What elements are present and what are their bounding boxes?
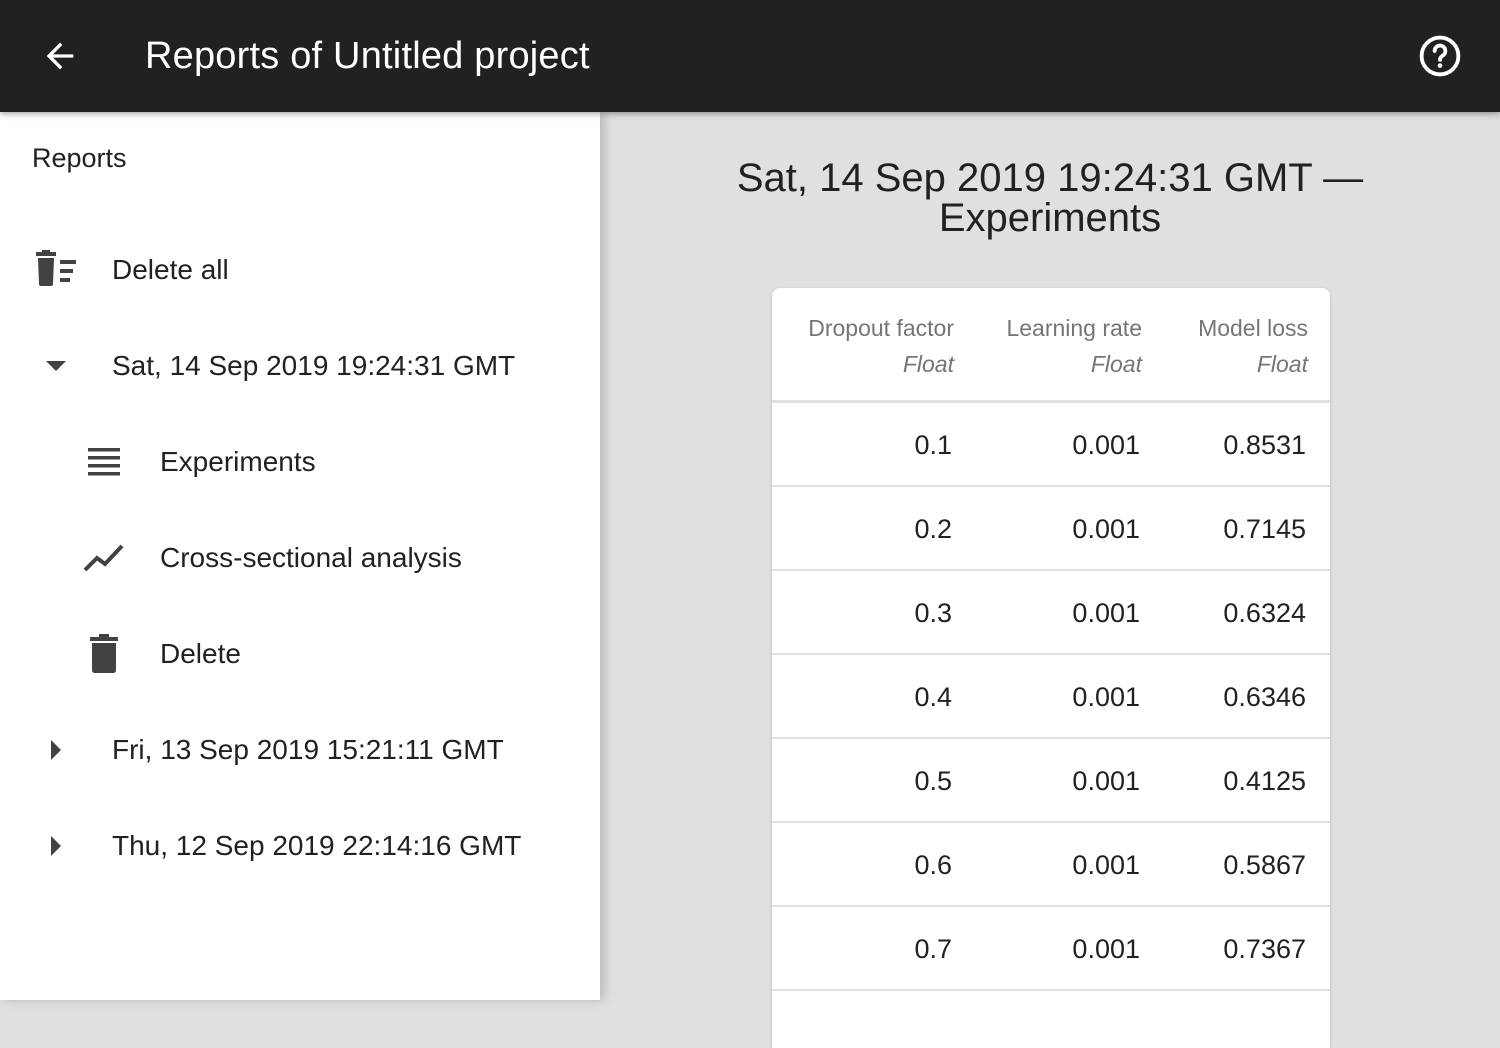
cell-dropout-factor: 0.5 — [914, 766, 952, 796]
cell-dropout-factor: 0.2 — [914, 514, 952, 544]
cell-dropout-factor: 0.6 — [914, 850, 952, 880]
table-row[interactable]: 0.3 0.001 0.6324 — [772, 571, 1330, 655]
caret-right-icon — [32, 726, 80, 774]
cell-learning-rate: 0.001 — [1072, 850, 1140, 880]
main-content: Sat, 14 Sep 2019 19:24:31 GMT — Experime… — [600, 112, 1500, 1048]
cell-dropout-factor: 0.1 — [914, 430, 952, 460]
cell-learning-rate: 0.001 — [1072, 514, 1140, 544]
column-header-learning-rate[interactable]: Learning rate Float — [1006, 310, 1142, 382]
cell-dropout-factor: 0.7 — [914, 934, 952, 964]
app-title: Reports of Untitled project — [145, 35, 590, 77]
report-item-delete[interactable]: Delete — [0, 606, 600, 702]
report-title-line-1: Sat, 14 Sep 2019 19:24:31 GMT — — [736, 156, 1364, 200]
help-circle-icon — [1419, 35, 1461, 77]
cell-learning-rate: 0.001 — [1072, 598, 1140, 628]
drawer-subheader: Reports — [32, 143, 127, 173]
experiments-label: Experiments — [160, 446, 316, 477]
report-item-label: Thu, 12 Sep 2019 22:14:16 GMT — [112, 830, 522, 861]
line-chart-icon — [80, 534, 128, 582]
cell-model-loss: 0.4125 — [1223, 766, 1306, 796]
column-name: Model loss — [1198, 315, 1308, 341]
report-item-sep-13[interactable]: Fri, 13 Sep 2019 15:21:11 GMT — [0, 702, 600, 798]
table-row[interactable]: 0.1 0.001 0.8531 — [772, 403, 1330, 487]
table-row[interactable]: 0.4 0.001 0.6346 — [772, 655, 1330, 739]
cell-dropout-factor: 0.3 — [914, 598, 952, 628]
arrow-back-icon — [46, 42, 74, 70]
report-item-label: Sat, 14 Sep 2019 19:24:31 GMT — [112, 350, 516, 381]
table-row[interactable]: 0.6 0.001 0.5867 — [772, 823, 1330, 907]
app-bar: Reports of Untitled project — [0, 0, 1500, 112]
table-row[interactable]: 0.2 0.001 0.7145 — [772, 487, 1330, 571]
caret-down-icon — [32, 342, 80, 390]
experiments-table: Dropout factor Float Learning rate Float… — [772, 288, 1330, 1048]
delete-all-button[interactable]: Delete all — [0, 222, 600, 318]
delete-label: Delete — [160, 638, 241, 669]
back-button[interactable] — [36, 32, 84, 80]
table-row[interactable]: 0.5 0.001 0.4125 — [772, 739, 1330, 823]
column-name: Learning rate — [1006, 315, 1142, 341]
cell-learning-rate: 0.001 — [1072, 934, 1140, 964]
cell-learning-rate: 0.001 — [1072, 766, 1140, 796]
help-button[interactable] — [1416, 32, 1464, 80]
table-row[interactable]: 0.7 0.001 0.7367 — [772, 907, 1330, 991]
delete-sweep-icon — [32, 246, 80, 294]
report-title: Sat, 14 Sep 2019 19:24:31 GMT — Experime… — [700, 158, 1400, 238]
column-type: Float — [1256, 351, 1308, 377]
cell-model-loss: 0.6346 — [1223, 682, 1306, 712]
report-item-cross-sectional-analysis[interactable]: Cross-sectional analysis — [0, 510, 600, 606]
cell-model-loss: 0.6324 — [1223, 598, 1306, 628]
report-item-sep-12[interactable]: Thu, 12 Sep 2019 22:14:16 GMT — [0, 798, 600, 894]
delete-all-label: Delete all — [112, 254, 229, 285]
report-item-label: Fri, 13 Sep 2019 15:21:11 GMT — [112, 734, 504, 765]
cell-model-loss: 0.8531 — [1223, 430, 1306, 460]
cell-learning-rate: 0.001 — [1072, 682, 1140, 712]
column-name: Dropout factor — [808, 315, 954, 341]
cell-model-loss: 0.7367 — [1223, 934, 1306, 964]
column-header-dropout-factor[interactable]: Dropout factor Float — [808, 310, 954, 382]
list-icon — [80, 438, 128, 486]
cell-model-loss: 0.5867 — [1223, 850, 1306, 880]
caret-right-icon — [32, 822, 80, 870]
report-item-sep-14[interactable]: Sat, 14 Sep 2019 19:24:31 GMT — [0, 318, 600, 414]
column-type: Float — [1090, 351, 1142, 377]
cell-model-loss: 0.7145 — [1223, 514, 1306, 544]
trash-icon — [80, 630, 128, 678]
table-header: Dropout factor Float Learning rate Float… — [772, 288, 1330, 403]
cell-dropout-factor: 0.4 — [914, 682, 952, 712]
cross-sectional-analysis-label: Cross-sectional analysis — [160, 542, 462, 573]
report-title-line-2: Experiments — [938, 196, 1162, 240]
column-header-model-loss[interactable]: Model loss Float — [1198, 310, 1308, 382]
reports-drawer: Reports Delete all Sat, 14 Sep 2019 19:2… — [0, 112, 600, 1000]
column-type: Float — [902, 351, 954, 377]
report-item-experiments[interactable]: Experiments — [0, 414, 600, 510]
cell-learning-rate: 0.001 — [1072, 430, 1140, 460]
